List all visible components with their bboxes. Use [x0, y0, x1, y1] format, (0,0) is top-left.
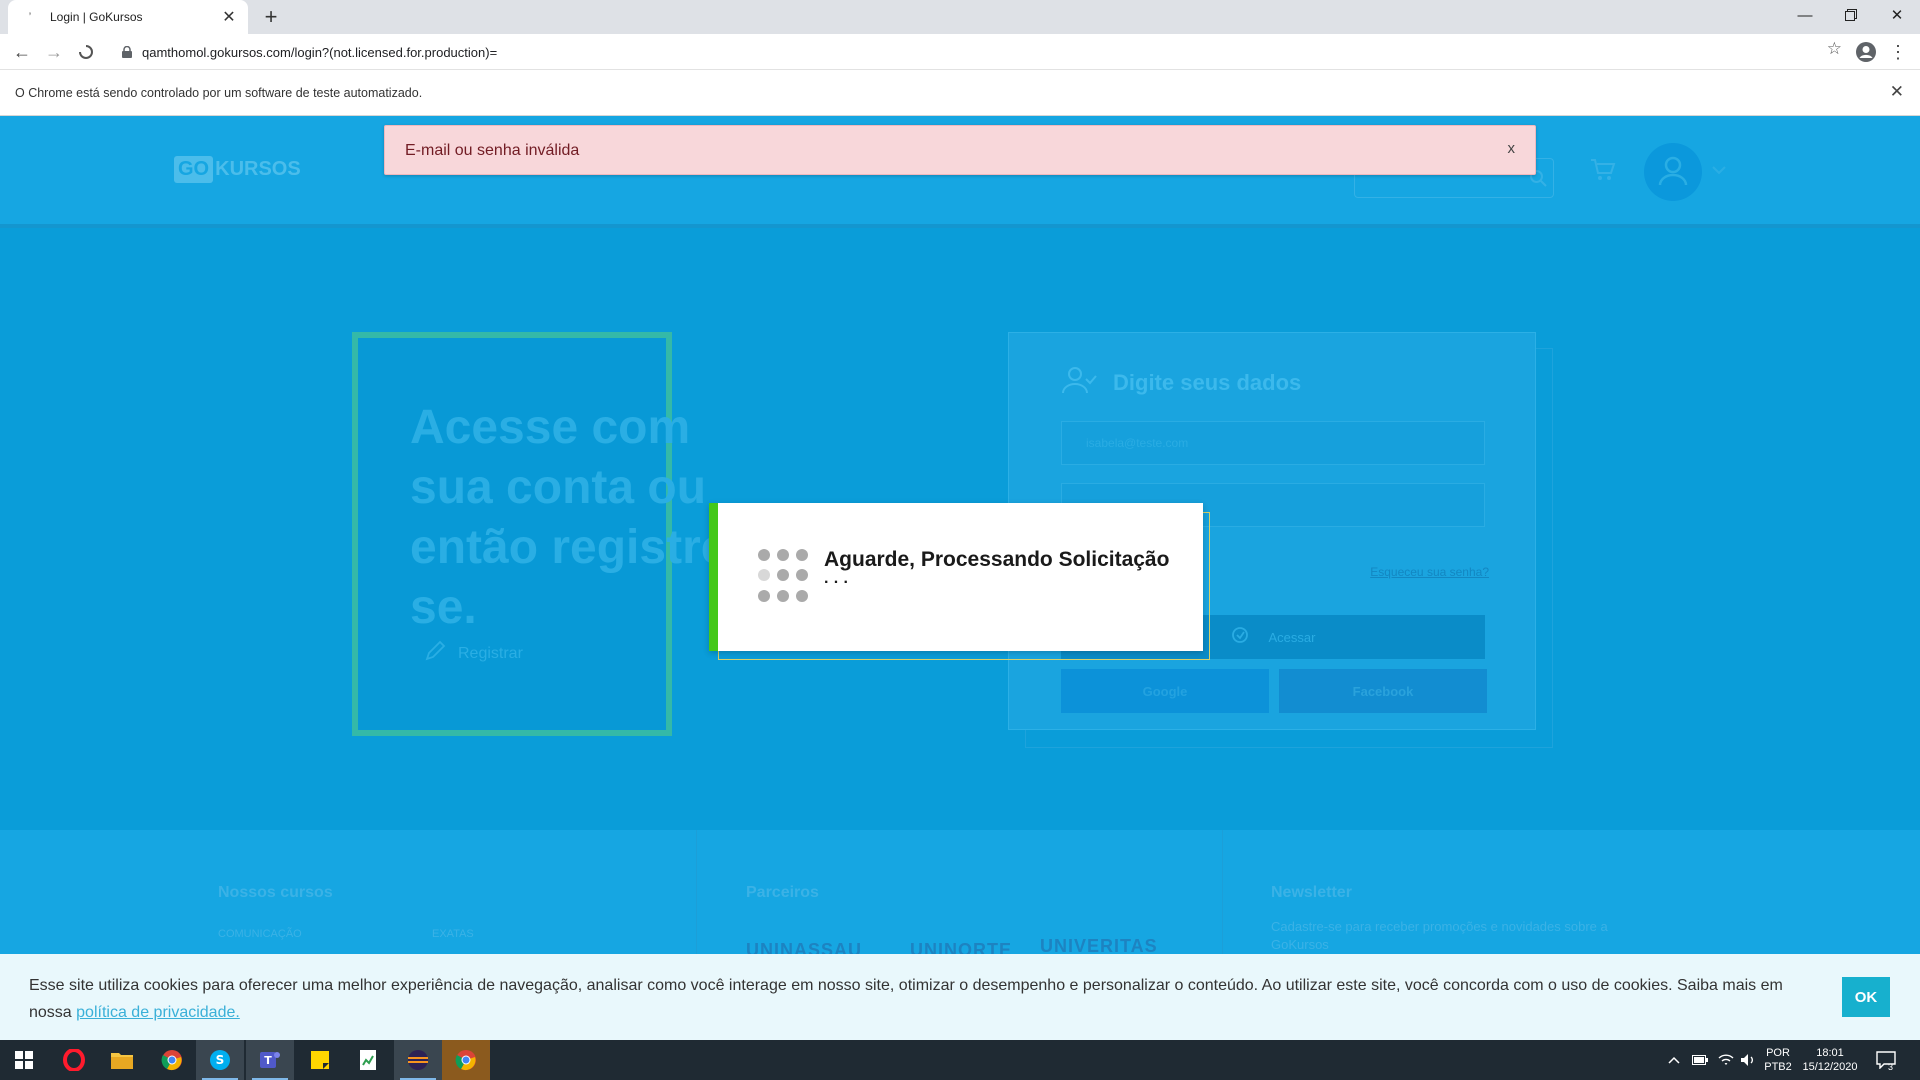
- svg-text:S: S: [216, 1053, 225, 1067]
- new-tab-icon[interactable]: +: [258, 4, 284, 30]
- forward-arrow-icon[interactable]: →: [40, 38, 68, 66]
- svg-text:T: T: [264, 1054, 272, 1067]
- login-heading: Digite seus dados: [1061, 365, 1301, 400]
- eclipse-icon[interactable]: [394, 1040, 442, 1080]
- sticky-notes-icon[interactable]: [296, 1040, 344, 1080]
- volume-icon[interactable]: [1740, 1040, 1756, 1080]
- windows-start-icon[interactable]: [0, 1040, 48, 1080]
- pencil-icon: [424, 640, 446, 667]
- tab-title: Login | GoKursos: [50, 10, 143, 24]
- tab-close-icon[interactable]: ✕: [220, 7, 238, 27]
- battery-icon[interactable]: [1692, 1040, 1708, 1080]
- email-value: isabela@teste.com: [1086, 436, 1189, 450]
- teams-icon[interactable]: T: [246, 1040, 294, 1080]
- cookie-banner: Esse site utiliza cookies para oferecer …: [0, 954, 1920, 1040]
- privacy-policy-link[interactable]: política de privacidade.: [76, 1004, 240, 1021]
- clock-time: 18:01: [1816, 1047, 1844, 1059]
- cookie-ok-button[interactable]: OK: [1842, 977, 1890, 1017]
- user-icon: [1656, 153, 1690, 192]
- automation-infobar: O Chrome está sendo controlado por um so…: [0, 70, 1920, 116]
- windows-taskbar: S T POR PTB2 18:01 15/12/2020 3: [0, 1040, 1920, 1080]
- cookie-text: Esse site utiliza cookies para oferecer …: [29, 977, 1783, 1021]
- loading-ellipsis: · · ·: [824, 574, 849, 591]
- language-bottom: PTB2: [1764, 1061, 1792, 1073]
- loading-message: Aguarde, Processando Solicitação · · ·: [824, 545, 1169, 591]
- footer-course-link[interactable]: EXATAS: [432, 928, 474, 940]
- network-icon[interactable]: [1718, 1040, 1734, 1080]
- spreadsheet-icon[interactable]: [344, 1040, 392, 1080]
- browser-tabbar: ’ Login | GoKursos ✕ + — ✕: [0, 0, 1920, 34]
- footer-course-link[interactable]: COMUNICAÇÃO: [218, 928, 302, 940]
- toast-message: E-mail ou senha inválida: [405, 142, 580, 159]
- notification-count: 3: [1888, 1062, 1894, 1072]
- toast-close-button[interactable]: x: [1508, 140, 1516, 157]
- bookmark-star-icon[interactable]: ☆: [1827, 39, 1842, 59]
- menu-kebab-icon[interactable]: ⋮: [1884, 38, 1912, 66]
- newsletter-text: Cadastre-se para receber promoções e nov…: [1271, 919, 1608, 952]
- facebook-login-button[interactable]: Facebook: [1279, 669, 1487, 713]
- chevron-down-icon[interactable]: [1712, 162, 1726, 180]
- close-window-icon[interactable]: ✕: [1874, 0, 1920, 30]
- register-label: Registrar: [458, 644, 523, 662]
- user-avatar[interactable]: [1644, 143, 1702, 201]
- logo-box: GO: [174, 156, 214, 183]
- profile-icon[interactable]: [1852, 38, 1880, 66]
- infobar-text: O Chrome está sendo controlado por um so…: [15, 86, 423, 100]
- language-top: POR: [1766, 1047, 1790, 1059]
- forgot-password-link[interactable]: Esqueceu sua senha?: [1370, 565, 1489, 579]
- loading-message-text: Aguarde, Processando Solicitação: [824, 548, 1170, 571]
- url-text: qamthomol.gokursos.com/login?(not.licens…: [142, 44, 498, 60]
- tray-chevron-up-icon[interactable]: [1668, 1040, 1680, 1080]
- email-field[interactable]: isabela@teste.com: [1061, 421, 1485, 465]
- notifications-icon[interactable]: 3: [1876, 1040, 1896, 1080]
- loading-spinner-icon: [758, 549, 812, 603]
- chrome-icon[interactable]: [148, 1040, 196, 1080]
- login-heading-text: Digite seus dados: [1113, 369, 1302, 395]
- browser-toolbar: ← → qamthomol.gokursos.com/login?(not.li…: [0, 34, 1920, 70]
- register-link[interactable]: Registrar: [424, 640, 523, 667]
- footer-newsletter-title: Newsletter: [1271, 884, 1352, 901]
- opera-icon[interactable]: [50, 1040, 98, 1080]
- cookie-text-block: Esse site utiliza cookies para oferecer …: [29, 972, 1799, 1026]
- cart-icon[interactable]: [1590, 158, 1616, 187]
- acessar-label: Acessar: [1268, 629, 1316, 645]
- logo-text: KURSOS: [215, 158, 301, 180]
- hero-title: Acesse com sua conta ou então registre-s…: [410, 401, 744, 634]
- stop-loading-icon[interactable]: [72, 38, 100, 66]
- clock-date: 15/12/2020: [1802, 1061, 1858, 1073]
- footer-partners-title: Parceiros: [746, 884, 819, 901]
- user-check-icon: [1061, 365, 1097, 400]
- infobar-close-icon[interactable]: ✕: [1890, 82, 1904, 102]
- lock-icon: [120, 45, 134, 59]
- google-login-button[interactable]: Google: [1061, 669, 1269, 713]
- loading-favicon-icon: ’: [28, 11, 32, 23]
- address-bar[interactable]: qamthomol.gokursos.com/login?(not.licens…: [110, 37, 1830, 67]
- loading-modal: Aguarde, Processando Solicitação · · ·: [709, 503, 1203, 651]
- skype-icon[interactable]: S: [196, 1040, 244, 1080]
- browser-tab[interactable]: ’ Login | GoKursos ✕: [8, 0, 248, 34]
- file-explorer-icon[interactable]: [98, 1040, 146, 1080]
- restore-icon[interactable]: [1828, 0, 1874, 30]
- minimize-icon[interactable]: —: [1782, 0, 1828, 30]
- clock[interactable]: 18:01 15/12/2020: [1798, 1046, 1862, 1074]
- gokursos-logo[interactable]: GO KURSOS: [174, 156, 301, 183]
- back-arrow-icon[interactable]: ←: [8, 38, 36, 66]
- error-toast: E-mail ou senha inválida x: [384, 125, 1536, 175]
- footer-courses-title: Nossos cursos: [218, 884, 333, 901]
- language-indicator[interactable]: POR PTB2: [1762, 1046, 1794, 1074]
- login-icon: [1231, 626, 1249, 649]
- chrome-automation-icon[interactable]: [442, 1040, 490, 1080]
